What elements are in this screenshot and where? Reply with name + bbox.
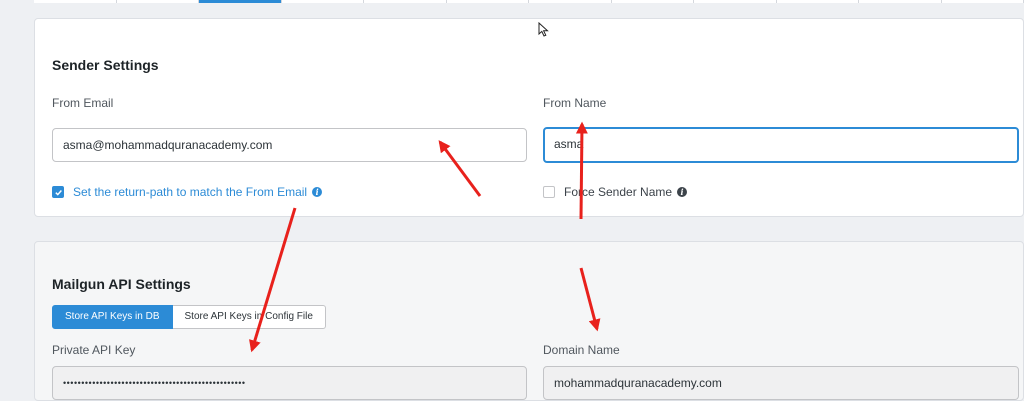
tab[interactable] (447, 0, 530, 3)
mailgun-api-settings-card: Mailgun API Settings Store API Keys in D… (34, 241, 1024, 401)
from-email-label: From Email (52, 96, 113, 110)
tab-active[interactable] (199, 0, 282, 3)
info-icon: i (312, 187, 322, 197)
force-sender-name-option[interactable]: Force Sender Name i (543, 185, 687, 199)
domain-name-label: Domain Name (543, 343, 620, 357)
return-path-option[interactable]: Set the return-path to match the From Em… (52, 185, 322, 199)
tab[interactable] (282, 0, 365, 3)
domain-name-input[interactable]: mohammadquranacademy.com (543, 366, 1019, 400)
tab[interactable] (364, 0, 447, 3)
sender-settings-title: Sender Settings (52, 57, 159, 73)
from-name-input[interactable]: asma (543, 127, 1019, 163)
force-sender-name-label: Force Sender Name (564, 185, 672, 199)
mouse-pointer-icon (538, 22, 549, 37)
sender-settings-card: Sender Settings From Email asma@mohammad… (34, 18, 1024, 217)
tab[interactable] (942, 0, 1024, 3)
top-tab-bar (34, 0, 1024, 4)
private-api-key-label: Private API Key (52, 343, 135, 357)
mailgun-api-settings-title: Mailgun API Settings (52, 276, 191, 292)
tab[interactable] (117, 0, 200, 3)
private-api-key-input[interactable]: ••••••••••••••••••••••••••••••••••••••••… (52, 366, 527, 400)
tab[interactable] (612, 0, 695, 3)
from-email-input[interactable]: asma@mohammadquranacademy.com (52, 128, 527, 162)
tab[interactable] (529, 0, 612, 3)
api-key-storage-toggle: Store API Keys in DB Store API Keys in C… (52, 305, 326, 329)
force-sender-name-checkbox[interactable] (543, 186, 555, 198)
from-name-label: From Name (543, 96, 606, 110)
store-keys-config-button[interactable]: Store API Keys in Config File (173, 305, 326, 329)
tab[interactable] (859, 0, 942, 3)
tab[interactable] (694, 0, 777, 3)
tab[interactable] (777, 0, 860, 3)
return-path-label: Set the return-path to match the From Em… (73, 185, 307, 199)
store-keys-db-button[interactable]: Store API Keys in DB (52, 305, 173, 329)
info-icon: i (677, 187, 687, 197)
checkmark-icon (54, 188, 63, 197)
return-path-checkbox[interactable] (52, 186, 64, 198)
tab[interactable] (34, 0, 117, 3)
